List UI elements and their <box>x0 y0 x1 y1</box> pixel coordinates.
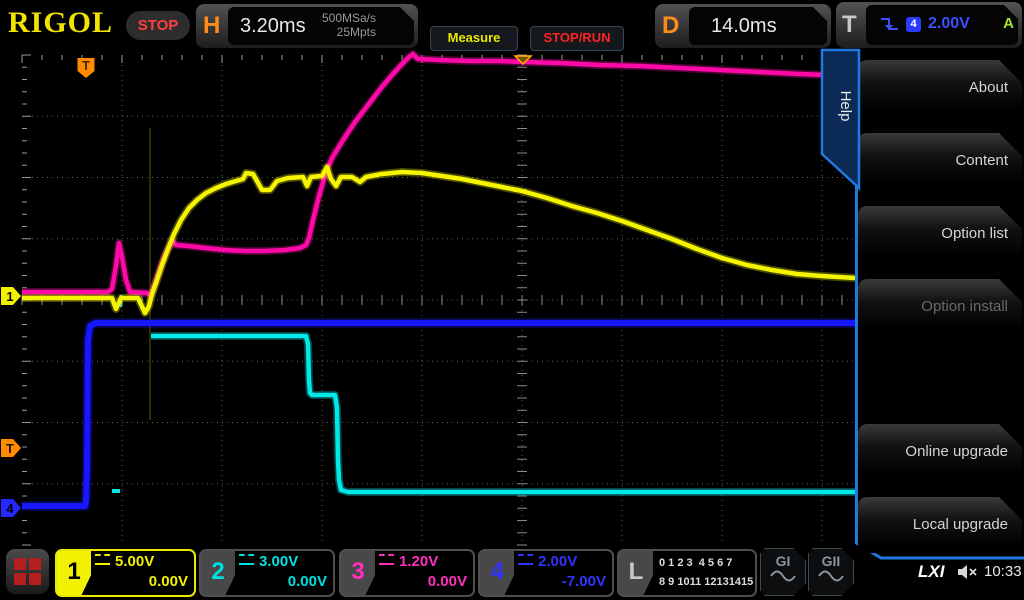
generator-1-button[interactable]: GI <box>760 548 806 596</box>
scale-value: 3.00V <box>259 553 299 570</box>
help-tab-label: Help <box>837 91 854 122</box>
menu-item-option-install: Option install <box>858 279 1022 335</box>
channel-2-box[interactable]: 2 3.00V 0.00V <box>199 549 335 597</box>
dc-coupling-icon <box>379 554 394 565</box>
channel-2-number: 2 <box>201 551 235 595</box>
channel-4-box[interactable]: 4 2.00V -7.00V <box>478 549 614 597</box>
oscilloscope-screen: { "brand": "RIGOL", "acq_status": "STOP"… <box>0 0 1024 600</box>
red-square-icon <box>29 573 41 585</box>
falling-edge-trigger-icon <box>881 18 898 30</box>
trigger-label: T <box>842 11 857 38</box>
timebase-value: 3.20ms <box>240 15 306 37</box>
channel-4-offset: -7.00V <box>561 573 606 590</box>
channel-4-number: 4 <box>480 551 514 595</box>
help-tab[interactable]: Help <box>818 48 862 192</box>
dc-coupling-icon <box>239 554 254 565</box>
generator-1-label: GI <box>775 553 791 569</box>
clock: 10:33 <box>984 563 1022 580</box>
generator-2-button[interactable]: GII <box>808 548 854 596</box>
svg-text:T: T <box>82 58 90 73</box>
horizontal-ref-marker <box>513 55 533 66</box>
red-square-icon <box>14 558 26 570</box>
trigger-position-marker <box>77 58 95 78</box>
generator-2-label: GII <box>821 553 841 569</box>
channel-1-box[interactable]: 1 5.00V 0.00V <box>55 549 196 597</box>
channel-menu-button[interactable] <box>6 549 49 594</box>
channel-3-box[interactable]: 3 1.20V 0.00V <box>339 549 475 597</box>
red-square-icon <box>14 573 26 585</box>
trigger-level-value: 2.00V <box>928 15 970 32</box>
ch1-ground-marker <box>1 287 21 305</box>
dc-coupling-icon <box>518 554 533 565</box>
horizontal-settings-box[interactable]: H 3.20ms 500MSa/s 25Mpts <box>196 4 418 48</box>
samplerate-memdepth: 500MSa/s 25Mpts <box>322 11 376 39</box>
sine-icon <box>770 570 796 582</box>
menu-item-content[interactable]: Content <box>858 133 1022 189</box>
trigger-source-badge: 4 <box>906 17 921 32</box>
logic-channels-box[interactable]: L 0 1 2 3 4 5 6 7 8 9 1011 12131415 <box>617 549 757 597</box>
lxi-indicator: LXI <box>918 562 945 581</box>
dc-coupling-icon <box>95 554 110 565</box>
channel-4-scale: 2.00V <box>518 552 606 572</box>
channel-3-scale: 1.20V <box>379 552 467 572</box>
menu-item-label: Online upgrade <box>905 443 1008 460</box>
scale-value: 5.00V <box>115 553 155 570</box>
svg-text:4: 4 <box>6 501 14 516</box>
top-toolbar: RIGOL STOP H 3.20ms 500MSa/s 25Mpts Measu… <box>0 0 1024 51</box>
menu-item-about[interactable]: About <box>858 60 1022 116</box>
channel-1-number: 1 <box>57 551 91 595</box>
channel-2-scale: 3.00V <box>239 552 327 572</box>
trigger-settings-box[interactable]: T 4 2.00V A <box>836 2 1022 48</box>
menu-item-option-list[interactable]: Option list <box>858 206 1022 262</box>
channel-1-offset: 0.00V <box>148 573 188 590</box>
acquisition-status-badge: STOP <box>126 11 190 40</box>
scale-value: 1.20V <box>399 553 439 570</box>
logic-label: L <box>619 551 653 595</box>
sample-rate: 500MSa/s <box>321 11 376 25</box>
menu-item-online-upgrade[interactable]: Online upgrade <box>858 424 1022 480</box>
rigol-logo: RIGOL <box>8 6 114 39</box>
menu-item-label: Option install <box>921 298 1008 315</box>
ch4-trace <box>22 320 855 509</box>
stop-run-button[interactable]: STOP/RUN <box>530 26 624 51</box>
trigger-mode-auto: A <box>1003 15 1014 32</box>
scale-value: 2.00V <box>538 553 578 570</box>
trigger-level-marker <box>1 439 21 457</box>
channel-3-offset: 0.00V <box>427 573 467 590</box>
memory-depth: 25Mpts <box>336 25 376 39</box>
logic-row1: 0 1 2 3 4 5 6 7 <box>659 557 733 569</box>
delay-label: D <box>662 12 680 39</box>
speaker-muted-icon <box>958 565 977 579</box>
channel-3-number: 3 <box>341 551 375 595</box>
ch2-trace <box>151 333 855 495</box>
help-menu-panel: About Content Option list Option install… <box>855 50 1024 562</box>
red-square-icon <box>29 558 41 570</box>
bottom-status-bar: 1 5.00V 0.00V 2 3.00V 0.00V 3 1.20V 0.00… <box>0 545 1024 600</box>
ch1-trace <box>22 164 856 316</box>
ch3-trace <box>22 51 856 299</box>
horizontal-label: H <box>203 12 221 39</box>
delay-value: 14.0ms <box>711 15 777 37</box>
channel-1-scale: 5.00V <box>95 552 188 572</box>
measure-button[interactable]: Measure <box>430 26 518 51</box>
svg-text:1: 1 <box>6 289 13 304</box>
svg-text:T: T <box>6 441 14 456</box>
ch4-ground-marker <box>1 499 21 517</box>
delay-settings-box[interactable]: D 14.0ms <box>655 4 831 48</box>
logic-row2: 8 9 1011 12131415 <box>659 576 754 588</box>
sine-icon <box>818 570 844 582</box>
channel-2-offset: 0.00V <box>287 573 327 590</box>
